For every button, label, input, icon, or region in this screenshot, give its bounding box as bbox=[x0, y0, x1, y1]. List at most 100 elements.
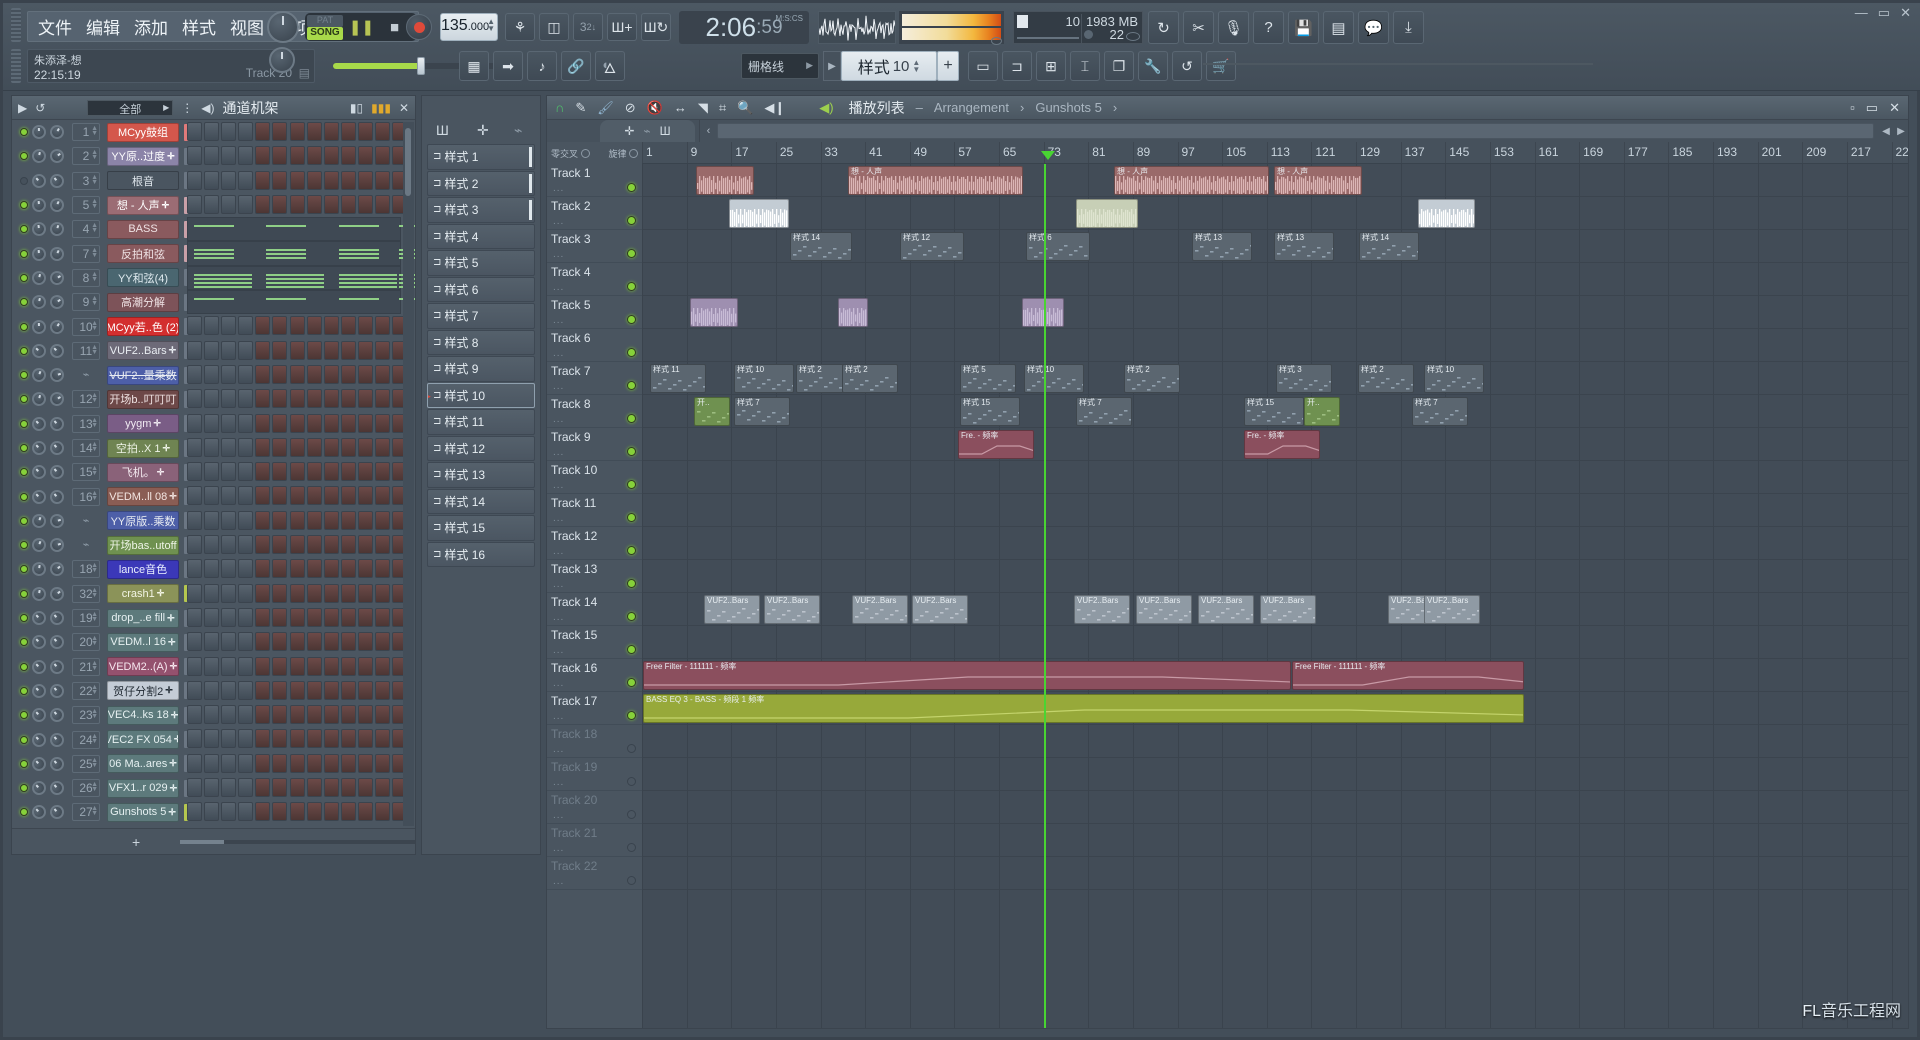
undo-icon[interactable]: ↺ bbox=[35, 101, 45, 115]
step-button[interactable] bbox=[357, 753, 373, 773]
channel-pan-knob[interactable] bbox=[29, 729, 49, 750]
step-button[interactable] bbox=[306, 389, 322, 409]
channel-led[interactable] bbox=[20, 541, 28, 550]
step-button[interactable] bbox=[255, 778, 271, 798]
playlist-grid[interactable]: 想 - 人声 想 - 人声 想 - 人声 样式 14 样式 12 样式 6 样式 13 样式 … bbox=[642, 164, 1908, 1028]
playlist-clip[interactable]: 想 - 人声 bbox=[1274, 166, 1362, 195]
playlist-track-header[interactable]: Track 11... bbox=[547, 494, 642, 527]
channel-row[interactable]: 9 ▲ ▼ 高潮分解 bbox=[12, 290, 415, 315]
channel-led[interactable] bbox=[20, 614, 28, 623]
playlist-clip[interactable]: 样式 5 bbox=[960, 364, 1016, 393]
channel-led[interactable] bbox=[20, 128, 28, 137]
step-sequencer-row[interactable] bbox=[187, 607, 408, 627]
paint-icon[interactable]: 🖌 bbox=[597, 100, 614, 116]
track-menu-icon[interactable]: ... bbox=[553, 777, 564, 788]
step-button[interactable] bbox=[255, 316, 271, 336]
step-button[interactable] bbox=[357, 389, 373, 409]
step-button[interactable] bbox=[340, 462, 356, 482]
track-enable-led[interactable] bbox=[627, 513, 636, 522]
step-button[interactable] bbox=[221, 462, 237, 482]
step-button[interactable] bbox=[187, 389, 202, 409]
playlist-clip[interactable]: 样式 10 bbox=[1424, 364, 1484, 393]
step-button[interactable] bbox=[289, 607, 305, 627]
step-button[interactable] bbox=[187, 413, 202, 433]
playlist-track-headers[interactable]: Track 1... Track 2... Track 3... Track 4...… bbox=[547, 164, 642, 1028]
step-button[interactable] bbox=[323, 729, 339, 749]
step-button[interactable] bbox=[289, 122, 305, 141]
slice-icon[interactable]: ↔ bbox=[674, 100, 687, 115]
step-button[interactable] bbox=[272, 389, 288, 409]
playlist-clip[interactable]: 样式 15 bbox=[1244, 397, 1304, 426]
playlist-track-header[interactable]: Track 18... bbox=[547, 725, 642, 758]
step-button[interactable] bbox=[340, 559, 356, 579]
channel-row[interactable]: 13 ▲ ▼ yygm ✛ bbox=[12, 412, 415, 436]
track-enable-led[interactable] bbox=[627, 348, 636, 357]
channel-link-icon[interactable]: ⌁ bbox=[72, 536, 100, 554]
pattern-list-item[interactable]: ⊐ 样式 4 bbox=[427, 223, 535, 249]
step-button[interactable] bbox=[204, 437, 220, 457]
step-button[interactable] bbox=[272, 729, 288, 749]
channel-row[interactable]: 8 ▲ ▼ YY和弦(4) bbox=[12, 265, 415, 291]
step-button[interactable] bbox=[221, 607, 237, 627]
step-button[interactable] bbox=[306, 680, 322, 700]
step-button[interactable] bbox=[289, 389, 305, 409]
menu-item-2[interactable]: 添加 bbox=[134, 14, 168, 39]
track-menu-icon[interactable]: ... bbox=[553, 546, 564, 557]
step-button[interactable] bbox=[221, 583, 237, 603]
step-button[interactable] bbox=[323, 316, 339, 336]
step-sequencer-row[interactable] bbox=[187, 632, 408, 652]
playlist-clip[interactable]: VUF2..Bars bbox=[704, 595, 760, 624]
step-button[interactable] bbox=[238, 170, 254, 190]
channel-pan-knob[interactable] bbox=[30, 293, 48, 311]
scroll-left-icon[interactable]: ◀ bbox=[1878, 123, 1894, 139]
step-sequencer-row[interactable] bbox=[187, 364, 408, 384]
step-button[interactable] bbox=[255, 753, 271, 773]
channel-name-button[interactable]: VEC4..ks 18 ✛ bbox=[107, 705, 179, 725]
channel-number[interactable]: 11 ▲ ▼ bbox=[72, 341, 100, 360]
channel-number[interactable]: 26 ▲ ▼ bbox=[72, 779, 100, 798]
link-icon[interactable]: 🔗 bbox=[561, 51, 591, 81]
playlist-time-ruler[interactable]: 1 9 17 25 33 41 49 57 65 73 81 89 97 105 113 121 129 137 1… bbox=[642, 142, 1908, 164]
step-button[interactable] bbox=[375, 146, 391, 166]
pattern-list-item[interactable]: ⊐ 样式 2 bbox=[427, 170, 535, 196]
step-button[interactable] bbox=[238, 753, 254, 773]
channel-pan-knob[interactable] bbox=[31, 319, 47, 334]
playlist-track-header[interactable]: Track 2... bbox=[547, 197, 642, 230]
track-enable-led[interactable] bbox=[627, 546, 636, 555]
channel-led[interactable] bbox=[20, 516, 28, 525]
step-button[interactable] bbox=[375, 535, 391, 555]
channel-volume-knob[interactable] bbox=[47, 462, 67, 483]
pattern-list-item[interactable]: ⊐ 样式 7 bbox=[427, 303, 535, 329]
channel-volume-knob[interactable] bbox=[47, 632, 67, 653]
track-enable-led[interactable] bbox=[627, 678, 636, 687]
channel-pan-knob[interactable] bbox=[30, 561, 48, 578]
loop-record-icon[interactable]: Ш↻ bbox=[641, 13, 671, 41]
playlist-clip[interactable]: 样式 10 bbox=[1024, 364, 1084, 393]
channel-led[interactable] bbox=[20, 152, 28, 161]
step-button[interactable] bbox=[272, 753, 288, 773]
channel-led[interactable] bbox=[20, 419, 28, 428]
step-button[interactable] bbox=[323, 146, 339, 166]
track-menu-icon[interactable]: ... bbox=[553, 744, 564, 755]
step-button[interactable] bbox=[306, 559, 322, 579]
piano-roll-tab-icon[interactable]: Ш bbox=[436, 122, 449, 138]
step-button[interactable] bbox=[289, 462, 305, 482]
channel-volume-knob[interactable] bbox=[47, 802, 67, 823]
track-enable-led[interactable] bbox=[627, 315, 636, 324]
channel-pan-knob[interactable] bbox=[29, 462, 49, 483]
pattern-list-item[interactable]: ⊐ 样式 3 bbox=[427, 197, 535, 223]
channel-led[interactable] bbox=[20, 686, 28, 695]
menu-item-0[interactable]: 文件 bbox=[38, 14, 72, 39]
channel-name-button[interactable]: lance音色 bbox=[107, 559, 179, 579]
channel-volume-knob[interactable] bbox=[47, 681, 67, 701]
step-button[interactable] bbox=[255, 802, 271, 822]
channel-pan-knob[interactable] bbox=[29, 170, 49, 191]
playlist-clip[interactable]: 样式 14 bbox=[1359, 232, 1419, 261]
channel-number[interactable]: 8 ▲ ▼ bbox=[72, 268, 100, 287]
step-button[interactable] bbox=[272, 146, 288, 166]
step-button[interactable] bbox=[357, 656, 373, 676]
step-button[interactable] bbox=[238, 486, 254, 506]
channel-led[interactable] bbox=[20, 784, 28, 793]
step-sequencer-row[interactable] bbox=[187, 340, 408, 360]
step-button[interactable] bbox=[340, 510, 356, 530]
